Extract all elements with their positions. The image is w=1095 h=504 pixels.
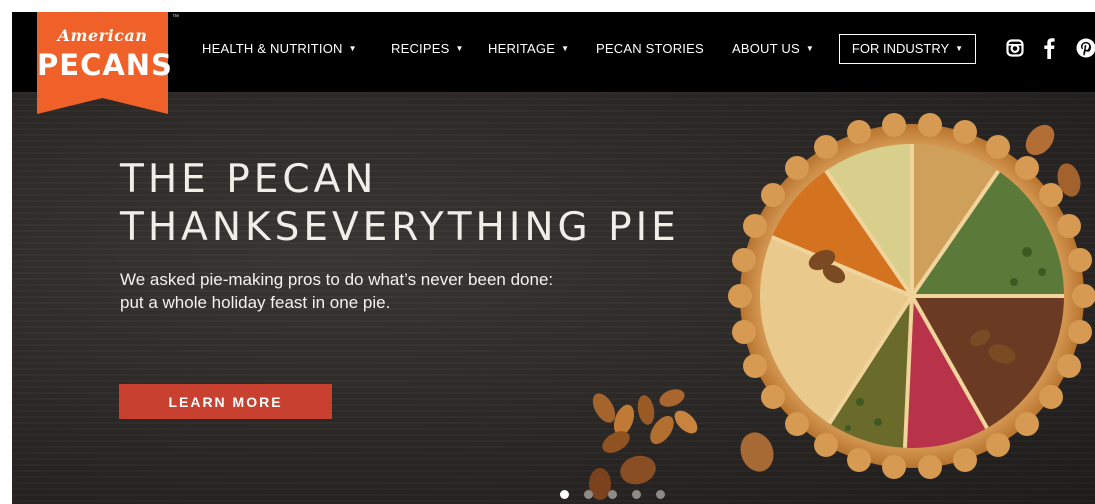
american-pecans-logo[interactable]: American PECANS	[37, 12, 173, 114]
page-frame: American PECANS ™ HEALTH & NUTRITION ▼ RE…	[12, 12, 1095, 504]
carousel-dot-3[interactable]	[608, 490, 617, 499]
hero-subtext-line-2: put a whole holiday feast in one pie.	[120, 293, 391, 312]
hero-subtext-line-1: We asked pie-making pros to do what’s ne…	[120, 270, 554, 289]
nav-heritage-label: HERITAGE	[488, 41, 556, 56]
facebook-icon[interactable]	[1043, 37, 1055, 64]
chevron-down-icon: ▼	[348, 44, 357, 53]
pinterest-icon[interactable]	[1076, 38, 1095, 63]
hero-headline-line-2: THANKSEVERYTHING PIE	[120, 205, 680, 250]
carousel-dot-4[interactable]	[632, 490, 641, 499]
nav-health-nutrition-label: HEALTH & NUTRITION	[202, 41, 343, 56]
chevron-down-icon: ▼	[455, 44, 464, 53]
nav-recipes[interactable]: RECIPES ▼	[391, 41, 464, 56]
nav-about-us-label: ABOUT US	[732, 41, 800, 56]
hero-subtext: We asked pie-making pros to do what’s ne…	[120, 268, 590, 314]
for-industry-button[interactable]: FOR INDUSTRY ▼	[839, 34, 976, 64]
trademark-mark: ™	[172, 14, 179, 21]
chevron-down-icon: ▼	[805, 44, 814, 53]
carousel-dot-2[interactable]	[584, 490, 593, 499]
nav-recipes-label: RECIPES	[391, 41, 450, 56]
for-industry-label: FOR INDUSTRY	[851, 41, 950, 56]
top-navbar: American PECANS ™ HEALTH & NUTRITION ▼ RE…	[12, 12, 1095, 114]
logo-wordmark: PECANS	[37, 48, 173, 82]
carousel-dot-5[interactable]	[656, 490, 665, 499]
hero-banner: THE PECAN THANKSEVERYTHING PIE We asked …	[12, 92, 1095, 504]
instagram-icon[interactable]	[1006, 39, 1024, 62]
logo-script-text: American	[57, 26, 148, 45]
learn-more-button[interactable]: LEARN MORE	[119, 384, 332, 419]
chevron-down-icon: ▼	[955, 44, 964, 53]
nav-heritage[interactable]: HERITAGE ▼	[488, 41, 569, 56]
nav-pecan-stories-label: PECAN STORIES	[596, 41, 704, 56]
nav-about-us[interactable]: ABOUT US ▼	[732, 41, 814, 56]
nav-health-nutrition[interactable]: HEALTH & NUTRITION ▼	[202, 41, 357, 56]
chevron-down-icon: ▼	[561, 44, 570, 53]
carousel-dot-1[interactable]	[560, 490, 569, 499]
hero-headline: THE PECAN THANKSEVERYTHING PIE	[120, 156, 680, 252]
nav-pecan-stories[interactable]: PECAN STORIES	[596, 41, 704, 56]
hero-headline-line-1: THE PECAN	[120, 157, 378, 202]
